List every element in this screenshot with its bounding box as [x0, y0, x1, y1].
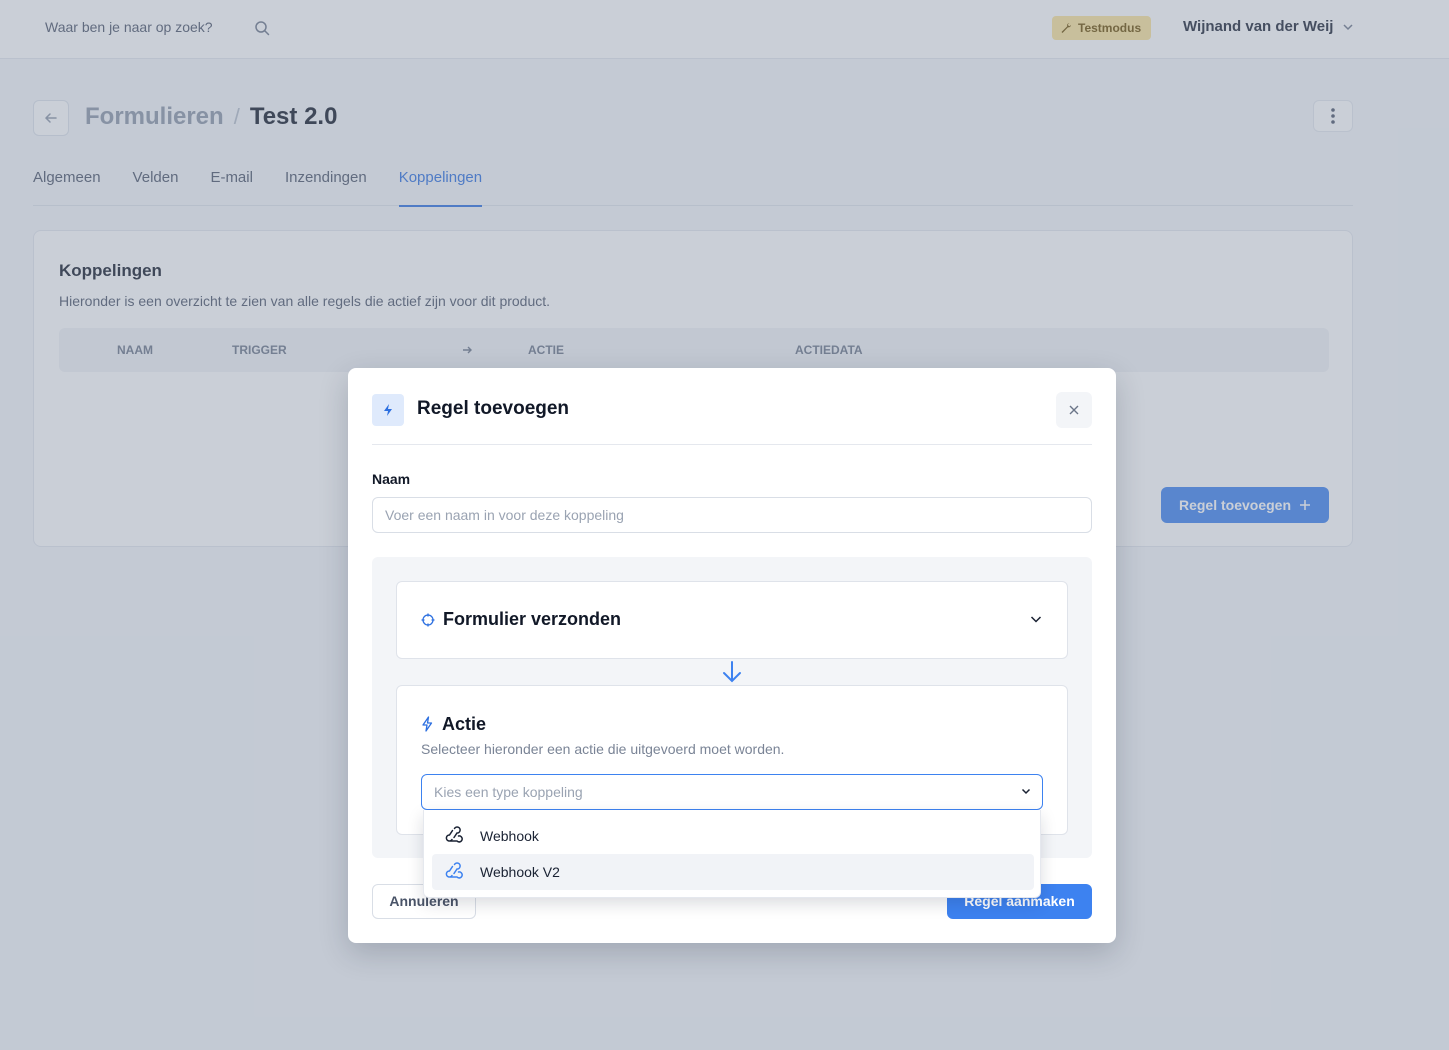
crosshair-icon: [421, 613, 435, 627]
arrow-down-icon: [723, 661, 741, 683]
action-title: Actie: [442, 714, 487, 734]
action-type-select[interactable]: Kies een type koppeling: [421, 774, 1043, 810]
webhook-icon: [445, 826, 463, 843]
close-button[interactable]: [1056, 392, 1092, 428]
name-input[interactable]: Voer een naam in voor deze koppeling: [372, 497, 1092, 533]
modal-icon: [372, 394, 404, 426]
select-placeholder: Kies een type koppeling: [434, 784, 583, 800]
trigger-title: Formulier verzonden: [443, 609, 622, 629]
modal-divider: [372, 444, 1092, 445]
lightning-icon: [422, 716, 433, 732]
option-webhook[interactable]: Webhook: [432, 818, 1034, 854]
lightning-icon: [384, 404, 392, 416]
chevron-down-icon: [1030, 616, 1042, 623]
close-icon: [1069, 405, 1079, 415]
trigger-box[interactable]: Formulier verzonden: [396, 581, 1068, 659]
action-description: Selecteer hieronder een actie die uitgev…: [421, 741, 785, 757]
webhook-icon: [445, 862, 463, 879]
name-label: Naam: [372, 471, 411, 487]
option-webhook-v2[interactable]: Webhook V2: [432, 854, 1034, 890]
chevron-down-icon: [1021, 788, 1031, 795]
option-label: Webhook V2: [480, 864, 560, 880]
modal-title: Regel toevoegen: [417, 398, 570, 419]
option-label: Webhook: [480, 828, 539, 844]
action-type-dropdown: Webhook Webhook V2: [423, 810, 1041, 898]
